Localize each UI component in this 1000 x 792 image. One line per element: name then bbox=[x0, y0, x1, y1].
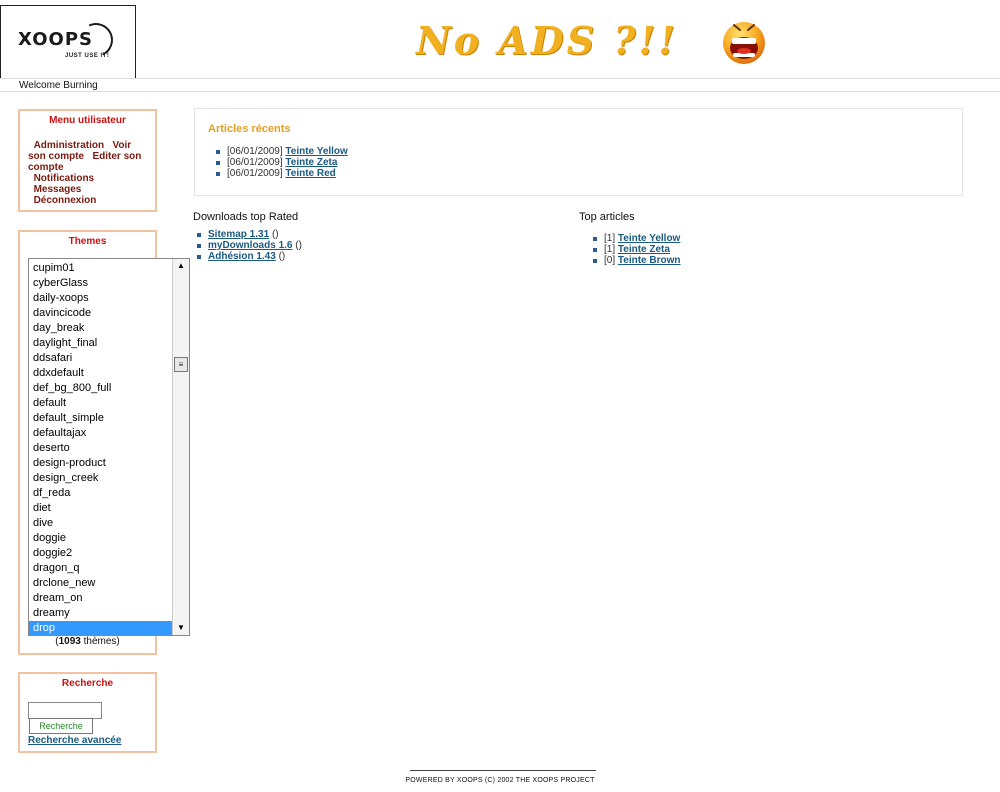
user-menu-title: Menu utilisateur bbox=[49, 115, 126, 126]
article-link[interactable]: Teinte Zeta bbox=[618, 244, 670, 255]
themes-title: Themes bbox=[68, 236, 107, 247]
menu-item-deconnexion[interactable]: Déconnexion bbox=[34, 195, 97, 206]
recent-articles-list: [06/01/2009] Teinte Yellow [06/01/2009] … bbox=[213, 146, 348, 179]
site-logo[interactable]: XOOPS JUST USE IT! bbox=[0, 5, 136, 79]
list-item: Adhésion 1.43 () bbox=[194, 251, 302, 262]
theme-option[interactable]: dream_on bbox=[29, 591, 173, 606]
search-block: Recherche Recherche Recherche avancée bbox=[18, 672, 157, 753]
list-item: myDownloads 1.6 () bbox=[194, 240, 302, 251]
list-item: [06/01/2009] Teinte Zeta bbox=[213, 157, 348, 168]
list-item: Sitemap 1.31 () bbox=[194, 229, 302, 240]
search-button[interactable]: Recherche bbox=[29, 718, 93, 734]
article-rank: [1] bbox=[604, 244, 616, 255]
scroll-thumb[interactable]: ≡ bbox=[174, 357, 188, 372]
download-extra: () bbox=[271, 229, 279, 240]
download-extra: () bbox=[278, 251, 286, 262]
user-menu-links: Administration Voir son compte Editer so… bbox=[20, 126, 155, 206]
download-extra: () bbox=[295, 240, 302, 251]
recent-articles-title: Articles récents bbox=[208, 123, 291, 135]
scroll-down-arrow-icon[interactable]: ▼ bbox=[173, 621, 189, 635]
recent-articles-block: Articles récents [06/01/2009] Teinte Yel… bbox=[194, 108, 963, 196]
list-item: [1] Teinte Zeta bbox=[590, 244, 681, 255]
article-rank: [0] bbox=[604, 255, 616, 266]
advanced-search-link[interactable]: Recherche avancée bbox=[28, 735, 121, 746]
theme-option[interactable]: dragon_q bbox=[29, 561, 173, 576]
header-bar bbox=[0, 78, 1000, 92]
theme-option[interactable]: daily-xoops bbox=[29, 291, 173, 306]
download-link[interactable]: Adhésion 1.43 bbox=[208, 251, 276, 262]
theme-option[interactable]: doggie bbox=[29, 531, 173, 546]
theme-option[interactable]: drop bbox=[29, 621, 173, 635]
themes-count-label: thèmes) bbox=[80, 636, 120, 647]
theme-option[interactable]: diet bbox=[29, 501, 173, 516]
article-link[interactable]: Teinte Yellow bbox=[285, 146, 347, 157]
bullet-icon bbox=[593, 237, 597, 241]
theme-option[interactable]: doggie2 bbox=[29, 546, 173, 561]
theme-option[interactable]: default bbox=[29, 396, 173, 411]
theme-option[interactable]: davincicode bbox=[29, 306, 173, 321]
user-menu-block: Menu utilisateur Administration Voir son… bbox=[18, 109, 157, 212]
themes-block: Themes cupim01 cyberGlass daily-xoops davin… bbox=[18, 230, 190, 655]
list-item: [06/01/2009] Teinte Red bbox=[213, 168, 348, 179]
list-item: [1] Teinte Yellow bbox=[590, 233, 681, 244]
theme-option[interactable]: day_break bbox=[29, 321, 173, 336]
list-item: [06/01/2009] Teinte Yellow bbox=[213, 146, 348, 157]
article-date: [06/01/2009] bbox=[227, 146, 283, 157]
themes-count-number: 1093 bbox=[58, 636, 81, 647]
theme-option[interactable]: ddxdefault bbox=[29, 366, 173, 381]
theme-option[interactable]: drclone_new bbox=[29, 576, 173, 591]
bullet-icon bbox=[197, 255, 201, 259]
article-rank: [1] bbox=[604, 233, 616, 244]
bullet-icon bbox=[197, 233, 201, 237]
top-articles-title: Top articles bbox=[579, 211, 635, 223]
article-link[interactable]: Teinte Red bbox=[285, 168, 335, 179]
bullet-icon bbox=[593, 259, 597, 263]
theme-option[interactable]: design_creek bbox=[29, 471, 173, 486]
themes-listbox[interactable]: cupim01 cyberGlass daily-xoops davincicode d… bbox=[28, 258, 190, 636]
banner-text: No ADS ?!! bbox=[416, 18, 679, 63]
list-item: [0] Teinte Brown bbox=[590, 255, 681, 266]
search-title: Recherche bbox=[61, 678, 114, 689]
theme-option[interactable]: design-product bbox=[29, 456, 173, 471]
theme-option[interactable]: def_bg_800_full bbox=[29, 381, 173, 396]
article-link[interactable]: Teinte Yellow bbox=[618, 233, 680, 244]
themes-scrollbar[interactable]: ▲ ≡ ▼ bbox=[172, 259, 189, 635]
menu-item-administration[interactable]: Administration bbox=[34, 140, 105, 151]
downloads-title: Downloads top Rated bbox=[193, 211, 299, 223]
top-articles-list: [1] Teinte Yellow [1] Teinte Zeta [0] Te… bbox=[590, 233, 681, 266]
themes-count: (1093 thèmes) bbox=[20, 636, 155, 647]
menu-item-notifications[interactable]: Notifications bbox=[34, 173, 95, 184]
theme-option[interactable]: dive bbox=[29, 516, 173, 531]
welcome-message: Welcome Burning bbox=[19, 80, 98, 91]
theme-option[interactable]: cupim01 bbox=[29, 261, 173, 276]
bullet-icon bbox=[216, 150, 220, 154]
bullet-icon bbox=[197, 244, 201, 248]
downloads-list: Sitemap 1.31 () myDownloads 1.6 () Adhés… bbox=[194, 229, 302, 262]
download-link[interactable]: myDownloads 1.6 bbox=[208, 240, 292, 251]
search-input[interactable] bbox=[28, 702, 102, 719]
scroll-up-arrow-icon[interactable]: ▲ bbox=[173, 259, 189, 273]
theme-option[interactable]: defaultajax bbox=[29, 426, 173, 441]
menu-item-messages[interactable]: Messages bbox=[34, 184, 82, 195]
theme-option[interactable]: default_simple bbox=[29, 411, 173, 426]
bullet-icon bbox=[216, 161, 220, 165]
bullet-icon bbox=[216, 172, 220, 176]
screaming-smiley-icon bbox=[723, 22, 765, 64]
theme-option[interactable]: ddsafari bbox=[29, 351, 173, 366]
footer-divider bbox=[410, 770, 596, 771]
theme-option[interactable]: daylight_final bbox=[29, 336, 173, 351]
theme-option[interactable]: df_reda bbox=[29, 486, 173, 501]
theme-option[interactable]: dreamy bbox=[29, 606, 173, 621]
article-link[interactable]: Teinte Brown bbox=[618, 255, 681, 266]
article-date: [06/01/2009] bbox=[227, 168, 283, 179]
bullet-icon bbox=[593, 248, 597, 252]
article-link[interactable]: Teinte Zeta bbox=[285, 157, 337, 168]
theme-option[interactable]: deserto bbox=[29, 441, 173, 456]
footer-credit: POWERED BY XOOPS (C) 2002 THE XOOPS PROJ… bbox=[405, 777, 595, 784]
download-link[interactable]: Sitemap 1.31 bbox=[208, 229, 269, 240]
theme-option[interactable]: cyberGlass bbox=[29, 276, 173, 291]
article-date: [06/01/2009] bbox=[227, 157, 283, 168]
logo-tagline: JUST USE IT! bbox=[65, 53, 110, 59]
